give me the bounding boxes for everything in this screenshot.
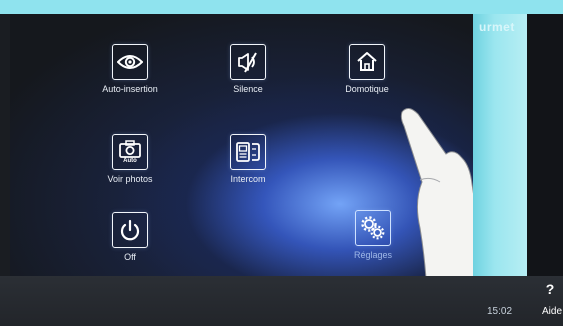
tile-voir-photos[interactable]: Auto Voir photos <box>80 134 180 184</box>
tile-off[interactable]: Off <box>80 212 180 262</box>
help-icon: ? <box>545 281 555 297</box>
right-edge <box>527 14 563 276</box>
clock: 15:02 <box>487 306 513 317</box>
bottom-bar <box>0 276 563 326</box>
right-panel: urmet <box>473 14 527 276</box>
top-bezel <box>0 0 563 14</box>
tile-label: Domotique <box>345 84 389 94</box>
tile-auto-insertion[interactable]: Auto-insertion <box>80 44 180 94</box>
main-screen: Auto-insertion Silence Domotique Auto Vo… <box>10 14 473 276</box>
pointing-hand <box>400 108 473 276</box>
tile-label: Voir photos <box>107 174 153 184</box>
tile-label: Off <box>124 252 136 262</box>
eye-icon <box>112 44 148 80</box>
intercom-phone-icon <box>230 134 266 170</box>
tile-silence[interactable]: Silence <box>198 44 298 94</box>
camera-badge: Auto <box>123 157 137 164</box>
tile-intercom[interactable]: Intercom <box>198 134 298 184</box>
camera-icon: Auto <box>112 134 148 170</box>
tile-label: Auto-insertion <box>102 84 158 94</box>
help-label: Aide <box>541 306 562 317</box>
help-button[interactable]: ? Aide <box>537 280 563 324</box>
tile-label: Intercom <box>230 174 266 184</box>
home-icon <box>349 44 385 80</box>
tile-label: Silence <box>233 84 263 94</box>
power-icon <box>112 212 148 248</box>
gears-icon <box>355 210 391 246</box>
tile-domotique[interactable]: Domotique <box>317 44 417 94</box>
brand-logo: urmet <box>479 20 515 34</box>
muted-bell-icon <box>230 44 266 80</box>
